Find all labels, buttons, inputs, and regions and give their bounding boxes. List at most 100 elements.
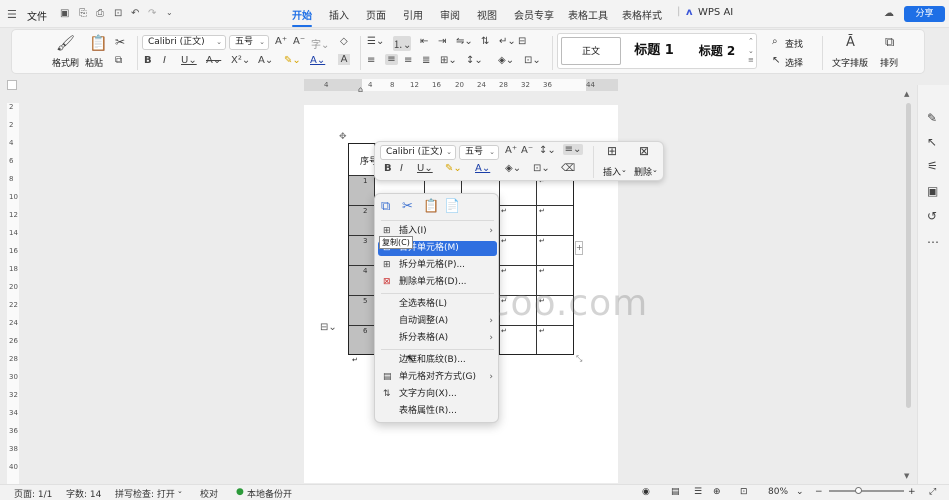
undo-icon[interactable]: ↶ — [131, 8, 139, 19]
font-size-select[interactable]: 五号 ⌄ — [229, 35, 269, 50]
show-marks-icon[interactable]: ↵⌄ — [499, 36, 516, 47]
mini-delete-button[interactable]: 删除 — [634, 165, 652, 178]
tab-references[interactable]: 引用 — [403, 7, 423, 22]
phonetic-icon[interactable]: 字⌄ — [311, 36, 329, 51]
outline-view-icon[interactable]: ☰ — [694, 487, 702, 497]
format-painter-icon[interactable]: 🖌 — [56, 34, 75, 52]
export-pdf-icon[interactable]: ⎘ — [79, 8, 87, 19]
style-expand-icon[interactable]: ≡ — [748, 56, 754, 64]
text-layout-icon[interactable]: Ā — [846, 35, 855, 50]
table-move-handle-icon[interactable]: ✥ — [339, 132, 347, 142]
scroll-up-icon[interactable]: ▲ — [904, 90, 909, 98]
superscript-icon[interactable]: X²⌄ — [231, 55, 250, 66]
zoom-in-icon[interactable]: + — [908, 487, 916, 497]
delete-table-icon[interactable]: ⊠ — [639, 144, 649, 158]
char-shading-icon[interactable]: A — [338, 54, 350, 65]
menu-item-select-table[interactable]: 全选表格(L) — [378, 297, 497, 312]
style-heading-2[interactable]: 标题 2 — [687, 37, 747, 65]
bold-icon[interactable]: B — [384, 163, 392, 174]
numbered-list-icon[interactable]: ⒈⌄ — [393, 36, 412, 51]
align-icon[interactable]: ≡⌄ — [563, 144, 583, 155]
zoom-slider-handle[interactable] — [855, 487, 862, 494]
sort-icon[interactable]: ⇅ — [481, 36, 489, 47]
page-view-icon[interactable]: ▤ — [671, 487, 680, 497]
indent-marker-icon[interactable]: ⌂ — [358, 85, 363, 94]
style-heading-1[interactable]: 标题 1 — [624, 37, 684, 65]
justify-icon[interactable]: ≣ — [422, 55, 430, 66]
web-view-icon[interactable]: ⊕ — [713, 487, 721, 497]
image-icon[interactable]: ▣ — [927, 184, 938, 198]
align-center-icon[interactable]: ≡ — [385, 54, 398, 65]
line-spacing-icon[interactable]: ↕⌄ — [466, 55, 483, 66]
borders-icon[interactable]: ⊡⌄ — [524, 55, 541, 66]
table-resize-handle-icon[interactable]: ⤡ — [576, 354, 582, 364]
italic-icon[interactable]: I — [163, 55, 166, 66]
paste-icon[interactable]: 📋 — [89, 34, 108, 52]
font-color-icon[interactable]: A⌄ — [310, 55, 325, 66]
find-icon[interactable]: ⌕ — [772, 36, 778, 47]
shading-icon[interactable]: ◈⌄ — [498, 55, 514, 66]
backup-status[interactable]: 本地备份开 — [247, 487, 292, 500]
cut-icon[interactable]: ✂ — [402, 199, 413, 214]
menu-item-autofit[interactable]: 自动调整(A) › — [378, 314, 497, 329]
line-spacing-icon[interactable]: ↕⌄ — [539, 145, 556, 156]
shrink-font-icon[interactable]: A⁻ — [521, 145, 533, 156]
menu-icon[interactable]: ☰ — [7, 8, 17, 21]
mini-insert-button[interactable]: 插入 — [603, 165, 621, 178]
settings-sliders-icon[interactable]: ⚟ — [927, 159, 938, 173]
paragraph-layout-icon[interactable]: ⊟⌄ — [320, 322, 337, 333]
history-icon[interactable]: ↺ — [927, 209, 937, 223]
more-icon[interactable]: ⋯ — [927, 235, 939, 249]
borders-icon[interactable]: ⊡⌄ — [533, 163, 550, 174]
shading-icon[interactable]: ◈⌄ — [505, 163, 521, 174]
cloud-icon[interactable]: ☁ — [884, 8, 894, 19]
bullet-list-icon[interactable]: ☰⌄ — [367, 36, 384, 47]
italic-icon[interactable]: I — [400, 163, 403, 174]
copy-icon[interactable]: ⧉ — [115, 55, 122, 66]
mini-font-name-select[interactable]: Calibri (正文) ⌄ — [380, 145, 456, 160]
file-menu[interactable]: 文件 — [27, 8, 47, 23]
text-effect-icon[interactable]: A⌄ — [258, 55, 273, 66]
zoom-out-icon[interactable]: − — [815, 487, 823, 497]
spell-check[interactable]: 拼写检查: 打开 — [115, 487, 175, 500]
tab-insert[interactable]: 插入 — [329, 7, 349, 22]
tab-table-tools[interactable]: 表格工具 — [568, 7, 608, 22]
highlight-icon[interactable]: ✎⌄ — [284, 55, 301, 66]
highlight-icon[interactable]: ✎⌄ — [445, 163, 462, 174]
arrange-button[interactable]: 排列 — [880, 56, 898, 69]
menu-item-split-cells[interactable]: ⊞ 拆分单元格(P)... — [378, 258, 497, 273]
insert-rows-icon[interactable]: ⊞ — [607, 144, 617, 158]
tab-view[interactable]: 视图 — [477, 7, 497, 22]
menu-item-text-direction[interactable]: ⇅ 文字方向(X)... — [378, 387, 497, 402]
zoom-slider-track[interactable] — [829, 490, 904, 492]
pointer-icon[interactable]: ↖ — [927, 135, 937, 149]
paste-label[interactable]: 粘贴 — [85, 56, 103, 69]
scroll-down-icon[interactable]: ▼ — [904, 472, 909, 480]
add-column-icon[interactable]: + — [575, 241, 583, 255]
vertical-scrollbar[interactable] — [906, 103, 911, 408]
underline-icon[interactable]: U⌄ — [417, 163, 433, 174]
align-right-icon[interactable]: ≡ — [404, 55, 412, 66]
distributed-icon[interactable]: ⊞⌄ — [440, 55, 457, 66]
wps-ai-icon[interactable]: ᴧ — [686, 7, 693, 18]
tab-wps-ai[interactable]: WPS AI — [698, 7, 733, 18]
tab-review[interactable]: 审阅 — [440, 7, 460, 22]
menu-item-borders-shading[interactable]: 边框和底纹(B)... — [378, 353, 497, 368]
clear-format-icon[interactable]: ◇ — [340, 36, 348, 47]
tab-selector[interactable] — [7, 80, 17, 90]
paste-special-icon[interactable]: 📄 — [444, 199, 460, 214]
menu-item-split-table[interactable]: 拆分表格(A) › — [378, 331, 497, 346]
font-name-select[interactable]: Calibri (正文) ⌄ — [142, 35, 226, 50]
fit-page-icon[interactable]: ⊡ — [740, 487, 748, 497]
menu-item-table-properties[interactable]: 表格属性(R)... — [378, 404, 497, 419]
strikethrough-icon[interactable]: A⌄ — [206, 55, 221, 66]
underline-icon[interactable]: U⌄ — [181, 55, 197, 66]
tab-table-style[interactable]: 表格样式 — [622, 7, 662, 22]
menu-item-delete-cells[interactable]: ⊠ 删除单元格(D)... — [378, 275, 497, 290]
print-preview-icon[interactable]: ⊡ — [114, 8, 122, 19]
eraser-icon[interactable]: ⌫ — [561, 163, 575, 174]
edit-icon[interactable]: ✎ — [927, 111, 937, 125]
share-button[interactable]: 分享 — [904, 6, 945, 22]
select-button[interactable]: 选择 — [785, 56, 803, 69]
grow-font-icon[interactable]: A⁺ — [505, 145, 517, 156]
